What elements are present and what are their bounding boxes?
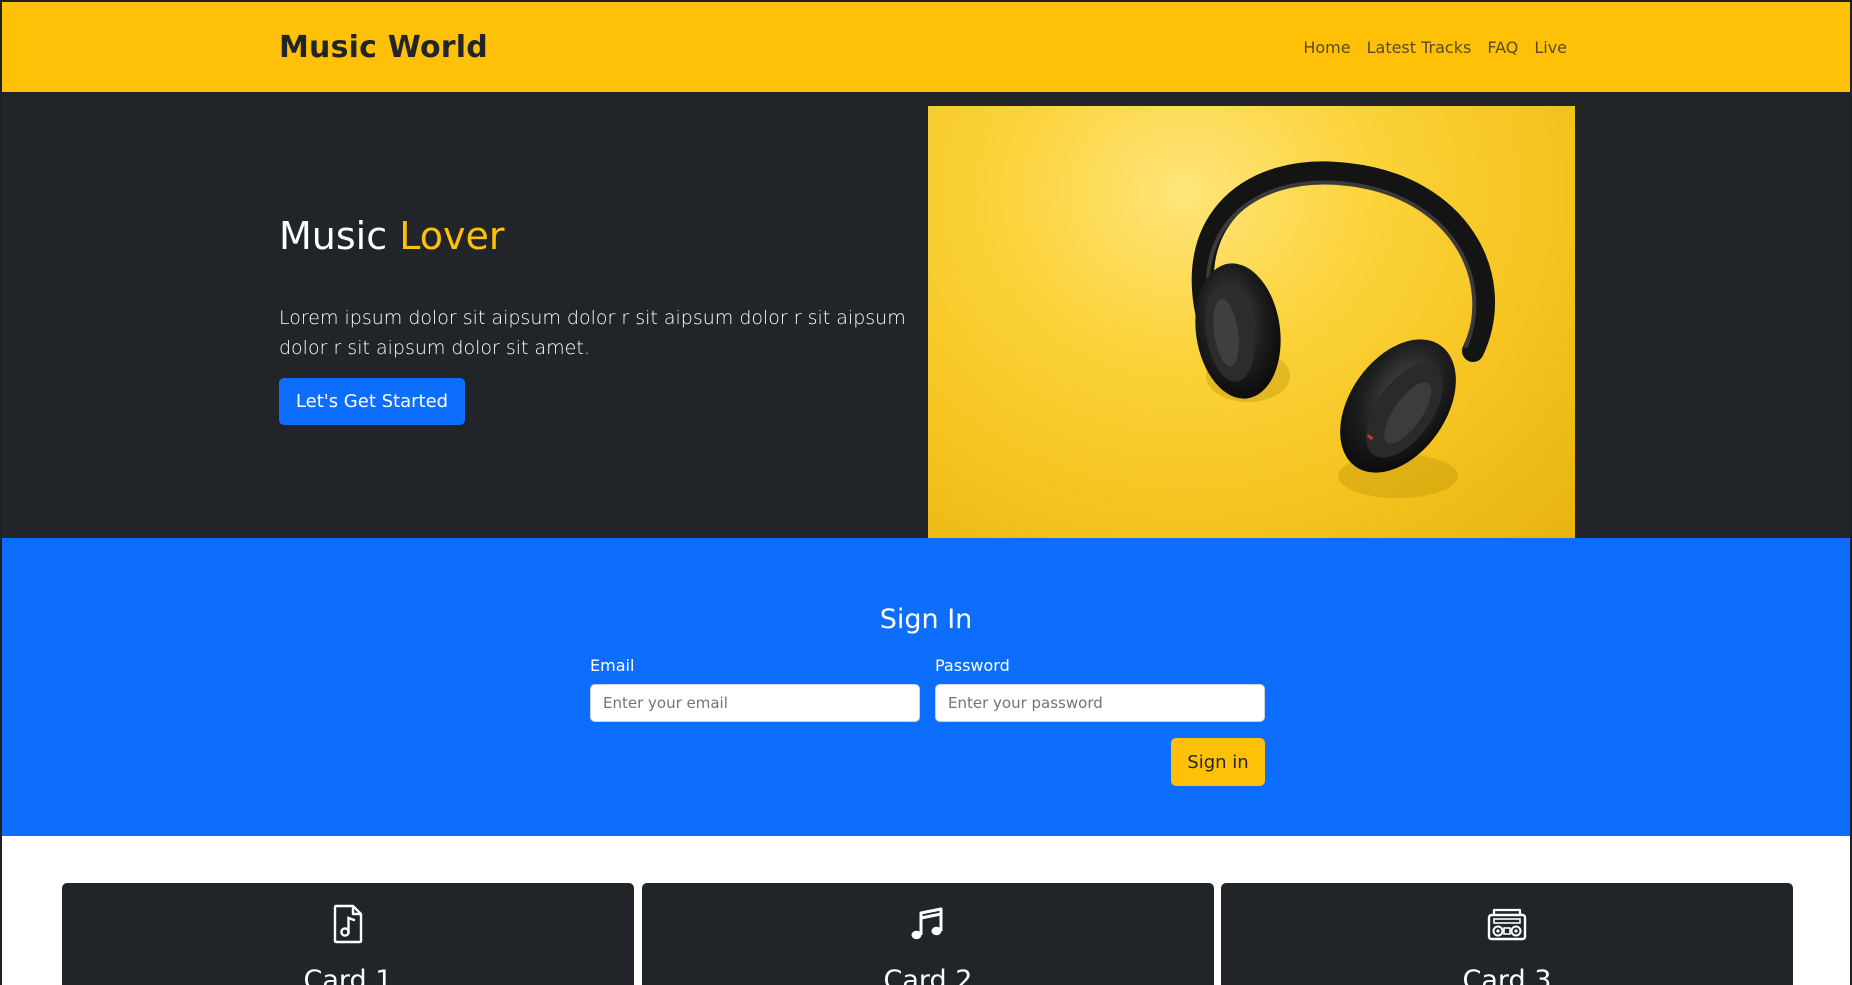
headphones-image <box>928 106 1575 538</box>
hero-title-main: Music <box>279 214 388 258</box>
nav-link-latest-tracks[interactable]: Latest Tracks <box>1367 38 1472 57</box>
music-file-icon <box>333 904 363 944</box>
card-1[interactable]: Card 1 <box>62 883 634 985</box>
page: Music World Home Latest Tracks FAQ Live … <box>0 0 1852 985</box>
get-started-button[interactable]: Let's Get Started <box>279 378 465 425</box>
brand-logo[interactable]: Music World <box>279 30 488 65</box>
nav-link-live[interactable]: Live <box>1534 38 1567 57</box>
hero-section: Music Lover Lorem ipsum dolor sit aipsum… <box>2 92 1850 538</box>
email-label: Email <box>590 656 635 675</box>
nav-link-home[interactable]: Home <box>1303 38 1350 57</box>
hero-title: Music Lover <box>279 214 504 258</box>
nav-link-faq[interactable]: FAQ <box>1487 38 1518 57</box>
password-label: Password <box>935 656 1010 675</box>
card-3[interactable]: Card 3 <box>1221 883 1793 985</box>
signin-section: Sign In Email Password Sign in <box>2 538 1850 836</box>
navbar: Music World Home Latest Tracks FAQ Live <box>2 2 1850 92</box>
hero-title-accent: Lover <box>399 214 505 258</box>
card-3-title: Card 3 <box>1462 965 1552 985</box>
card-2[interactable]: Card 2 <box>642 883 1214 985</box>
password-field[interactable] <box>935 684 1265 722</box>
nav-links: Home Latest Tracks FAQ Live <box>1303 38 1567 57</box>
sign-in-button[interactable]: Sign in <box>1171 738 1265 786</box>
boombox-icon <box>1487 908 1527 941</box>
hero-description: Lorem ipsum dolor sit aipsum dolor r sit… <box>279 307 906 359</box>
music-note-icon <box>911 907 943 940</box>
signin-title: Sign In <box>879 604 973 635</box>
card-2-title: Card 2 <box>883 965 973 985</box>
headphones-icon <box>1191 161 1496 498</box>
cards-section: Card 1 Card 2 Card 3 <box>2 836 1850 985</box>
card-1-title: Card 1 <box>303 965 393 985</box>
email-field[interactable] <box>590 684 920 722</box>
